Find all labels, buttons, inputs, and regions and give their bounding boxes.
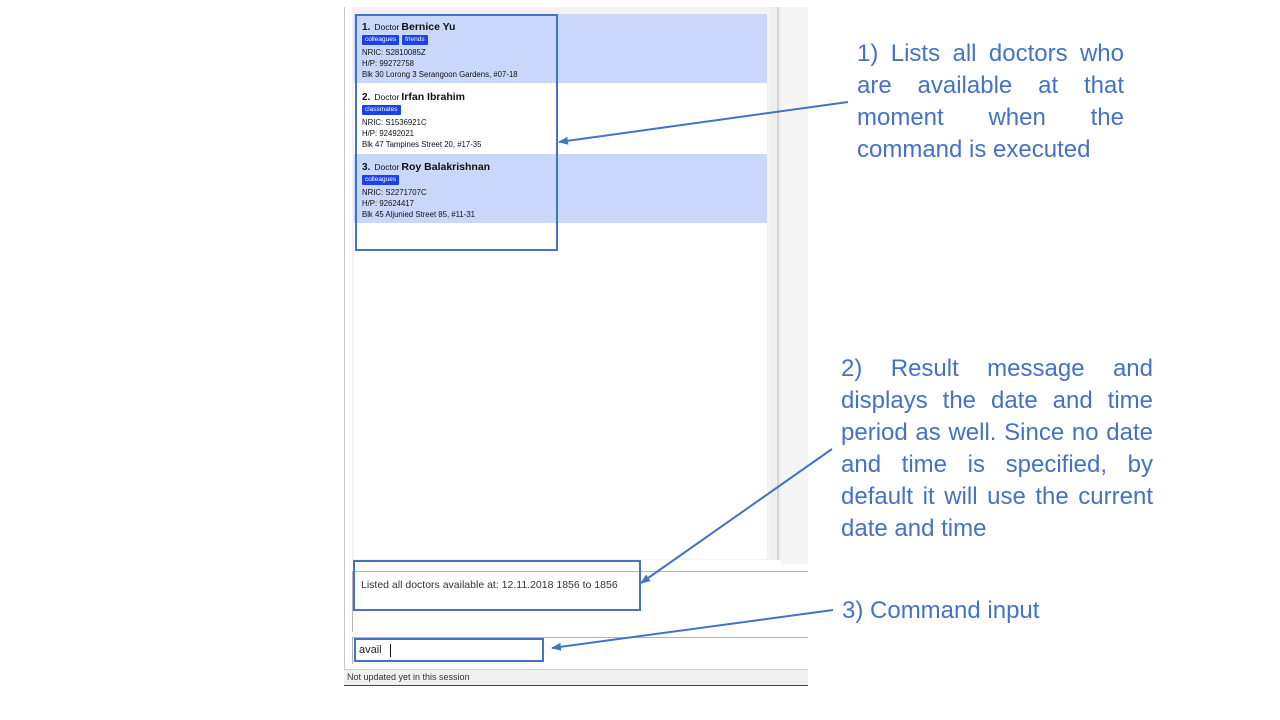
annotation-arrows <box>551 101 849 651</box>
arrow-to-list <box>558 101 849 145</box>
arrow-to-result <box>640 448 833 584</box>
arrow-to-command <box>551 609 834 651</box>
